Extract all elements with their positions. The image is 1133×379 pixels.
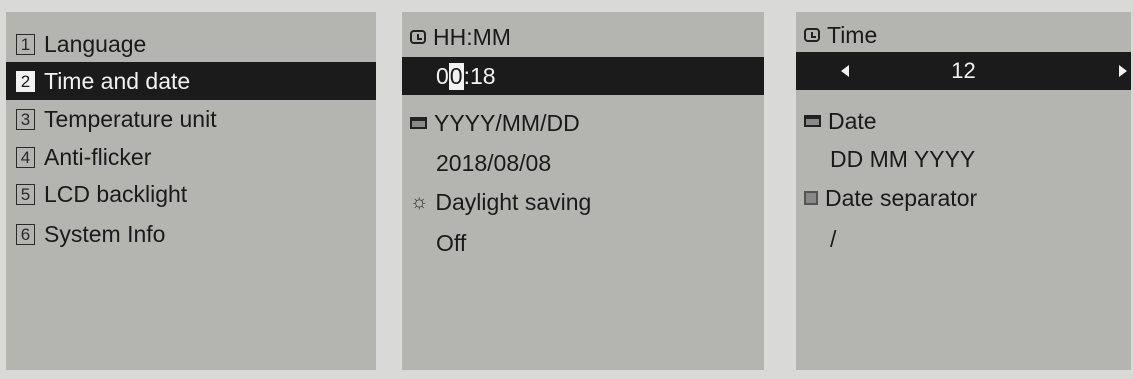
menu-item-label: Language (44, 30, 147, 57)
menu-item-system-info[interactable]: 6 System Info (6, 215, 376, 253)
separator-value[interactable]: / (796, 226, 836, 253)
time-value-row[interactable]: 00:18 (402, 57, 764, 95)
date-format-label: YYYY/MM/DD (434, 109, 580, 136)
date-label-row: Date (796, 102, 1131, 140)
arrow-right-icon[interactable] (1119, 65, 1127, 77)
time-format-selector[interactable]: 12 (796, 52, 1131, 90)
date-value[interactable]: 2018/08/08 (402, 150, 551, 177)
menu-item-number: 5 (16, 183, 35, 205)
menu-item-label: Time and date (44, 67, 191, 94)
menu-item-label: System Info (44, 220, 166, 247)
menu-item-number: 6 (16, 223, 35, 245)
time-and-date-screen: HH:MM 00:18 YYYY/MM/DD 2018/08/08 ☼ Dayl… (402, 12, 764, 370)
menu-item-number: 2 (16, 70, 35, 92)
clock-icon (410, 30, 426, 44)
format-settings-screen: Time 12 Date DD MM YYYY Date separator / (796, 12, 1131, 370)
time-label: Time (827, 21, 878, 48)
sun-icon: ☼ (410, 191, 429, 213)
menu-item-time-and-date[interactable]: 2 Time and date (6, 62, 376, 100)
time-value[interactable]: 00:18 (402, 62, 496, 90)
separator-icon (804, 191, 818, 205)
daylight-value[interactable]: Off (402, 230, 466, 257)
menu-item-lcd-backlight[interactable]: 5 LCD backlight (6, 175, 376, 213)
menu-item-label: Temperature unit (44, 105, 217, 132)
daylight-label: Daylight saving (435, 188, 592, 215)
time-digit: 0 (436, 62, 449, 89)
daylight-value-row[interactable]: Off (402, 224, 764, 262)
separator-value-row[interactable]: / (796, 220, 1131, 258)
date-format-value-row[interactable]: DD MM YYYY (796, 140, 1131, 178)
menu-item-language[interactable]: 1 Language (6, 25, 376, 63)
date-format-value[interactable]: DD MM YYYY (796, 146, 975, 173)
menu-item-label: Anti-flicker (44, 143, 152, 170)
menu-item-anti-flicker[interactable]: 4 Anti-flicker (6, 138, 376, 176)
time-digits-rest: :18 (463, 62, 496, 89)
date-format-label-row: YYYY/MM/DD (402, 104, 764, 142)
date-value-row[interactable]: 2018/08/08 (402, 144, 764, 182)
calendar-icon (410, 117, 427, 129)
time-label-row: Time (796, 16, 1131, 54)
time-cursor-digit[interactable]: 0 (448, 62, 464, 90)
menu-item-number: 4 (16, 146, 35, 168)
separator-label: Date separator (825, 184, 978, 211)
clock-icon (804, 28, 820, 42)
time-format-label-row: HH:MM (402, 18, 764, 56)
menu-item-label: LCD backlight (44, 180, 188, 207)
separator-label-row: Date separator (796, 179, 1131, 217)
time-format-label: HH:MM (433, 23, 511, 50)
menu-item-number: 1 (16, 33, 35, 55)
menu-item-temperature-unit[interactable]: 3 Temperature unit (6, 100, 376, 138)
date-label: Date (828, 107, 877, 134)
settings-menu-screen: 1 Language 2 Time and date 3 Temperature… (6, 12, 376, 370)
menu-item-number: 3 (16, 108, 35, 130)
time-format-value: 12 (951, 58, 976, 83)
daylight-label-row: ☼ Daylight saving (402, 183, 764, 221)
calendar-icon (804, 115, 821, 127)
